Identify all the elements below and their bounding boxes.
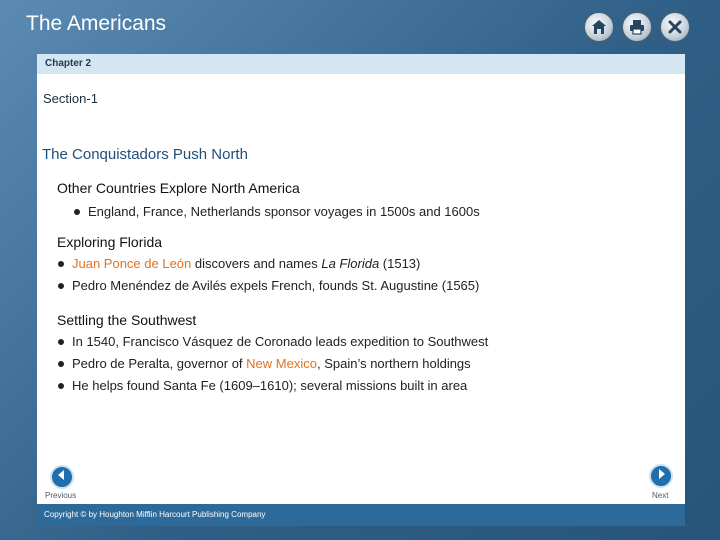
app-title: The Americans [26,12,167,35]
subhead-florida: Exploring Florida [57,234,163,250]
copyright-footer: Copyright © by Houghton Mifflin Harcourt… [37,504,685,526]
home-button[interactable] [584,12,614,42]
bullet-list-other-countries: England, France, Netherlands sponsor voy… [71,203,480,225]
section-label: Section-1 [43,91,98,106]
list-item: In 1540, Francisco Vásquez de Coronado l… [55,333,488,355]
subhead-other-countries: Other Countries Explore North America [57,180,300,196]
close-button[interactable] [660,12,690,42]
print-icon [628,18,646,36]
bullet-list-florida: Juan Ponce de León discovers and names L… [55,255,479,299]
previous-label[interactable]: Previous [45,491,76,500]
bullet-list-southwest: In 1540, Francisco Vásquez de Coronado l… [55,333,488,399]
next-label[interactable]: Next [652,491,668,500]
arrow-left-icon [56,468,68,486]
print-button[interactable] [622,12,652,42]
highlight-text: Juan Ponce de León [72,256,192,271]
chapter-label: Chapter 2 [37,54,685,74]
list-item: England, France, Netherlands sponsor voy… [71,203,480,225]
content-panel: Section-1 The Conquistadors Push North O… [37,74,685,504]
toolbar [584,12,690,42]
next-button[interactable] [649,464,673,488]
subhead-southwest: Settling the Southwest [57,312,197,328]
home-icon [590,18,608,36]
previous-button[interactable] [50,465,74,489]
close-icon [667,19,683,35]
list-item: Pedro de Peralta, governor of New Mexico… [55,355,488,377]
arrow-right-icon [655,467,667,485]
list-item: Juan Ponce de León discovers and names L… [55,255,479,277]
highlight-text: New Mexico [246,356,317,371]
page-title: The Conquistadors Push North [42,146,248,163]
list-item: Pedro Menéndez de Avilés expels French, … [55,277,479,299]
list-item: He helps found Santa Fe (1609–1610); sev… [55,377,488,399]
